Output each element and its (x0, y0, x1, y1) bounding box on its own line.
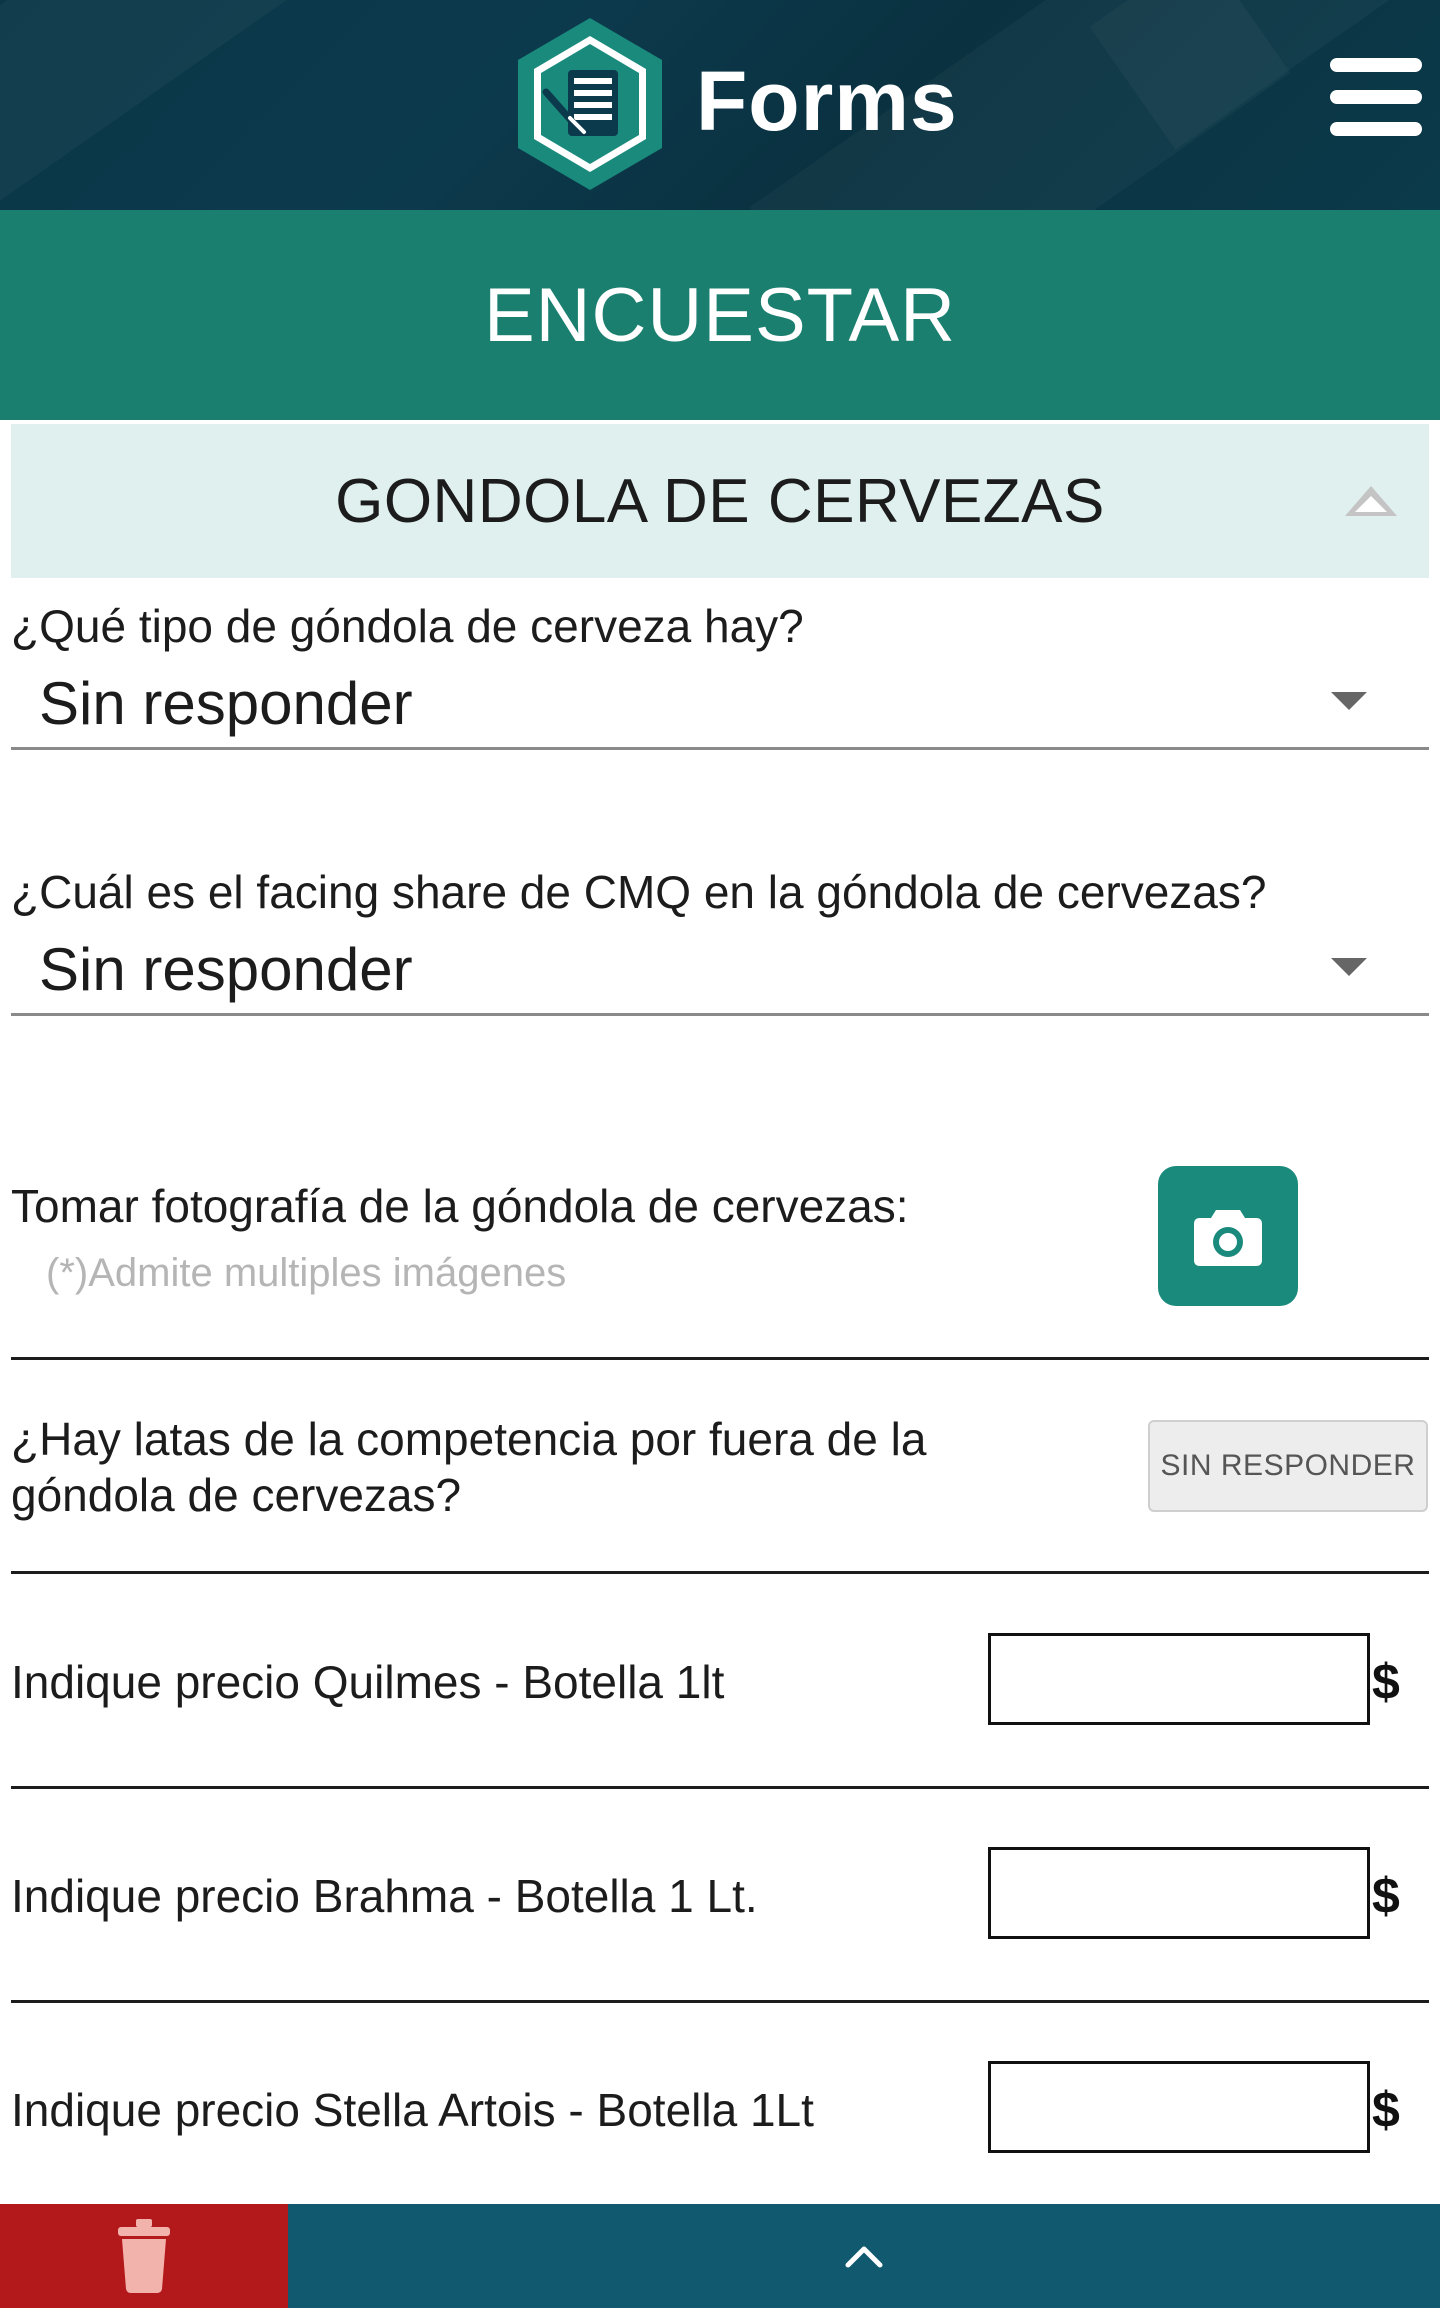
trash-icon (118, 2219, 170, 2293)
bottom-bar (0, 2204, 1440, 2308)
app-header: Forms (0, 0, 1440, 210)
question-gondola-type-label: ¿Qué tipo de góndola de cerveza hay? (11, 600, 804, 652)
page-banner: ENCUESTAR (0, 210, 1440, 420)
menu-line (1330, 90, 1422, 104)
question-competitor-cans-label: ¿Hay latas de la competencia por fuera d… (11, 1411, 926, 1523)
app-name: Forms (696, 54, 958, 148)
divider (11, 1786, 1429, 1789)
chevron-up-icon[interactable] (1343, 482, 1399, 522)
facing-share-select[interactable]: Sin responder (11, 930, 1429, 1016)
select-value: Sin responder (39, 936, 413, 1003)
gondola-type-select[interactable]: Sin responder (11, 664, 1429, 750)
currency-symbol: $ (1372, 2082, 1400, 2138)
hamburger-menu-icon[interactable] (1330, 58, 1422, 148)
price-quilmes-label: Indique precio Quilmes - Botella 1lt (11, 1656, 725, 1708)
delete-button[interactable] (0, 2204, 288, 2308)
camera-icon (1194, 1210, 1262, 1266)
app-logo (510, 14, 670, 194)
competitor-cans-answer-button[interactable]: SIN RESPONDER (1148, 1420, 1428, 1512)
divider (11, 1357, 1429, 1360)
section-header[interactable]: GONDOLA DE CERVEZAS (11, 424, 1429, 578)
price-stella-input[interactable] (988, 2061, 1370, 2153)
menu-line (1330, 58, 1422, 72)
scroll-to-top-button[interactable] (288, 2204, 1440, 2308)
photo-hint: (*)Admite multiples imágenes (46, 1251, 567, 1295)
section-title: GONDOLA DE CERVEZAS (335, 466, 1105, 536)
caret-down-icon (1331, 692, 1367, 710)
label-line: ¿Hay latas de la competencia por fuera d… (11, 1413, 927, 1465)
price-quilmes-input[interactable] (988, 1633, 1370, 1725)
divider (11, 1571, 1429, 1574)
price-brahma-input[interactable] (988, 1847, 1370, 1939)
page-title: ENCUESTAR (483, 272, 957, 358)
currency-symbol: $ (1372, 1868, 1400, 1924)
form-document-icon (518, 18, 662, 190)
select-value: Sin responder (39, 670, 413, 737)
price-brahma-label: Indique precio Brahma - Botella 1 Lt. (11, 1870, 758, 1922)
price-stella-label: Indique precio Stella Artois - Botella 1… (11, 2084, 814, 2136)
label-line: góndola de cervezas? (11, 1469, 462, 1521)
caret-down-icon (1331, 958, 1367, 976)
divider (11, 2000, 1429, 2003)
chevron-up-icon (845, 2246, 883, 2268)
question-photo-label: Tomar fotografía de la góndola de cervez… (11, 1180, 909, 1232)
take-photo-button[interactable] (1158, 1166, 1298, 1306)
menu-line (1330, 122, 1422, 136)
question-facing-share-label: ¿Cuál es el facing share de CMQ en la gó… (11, 866, 1267, 918)
currency-symbol: $ (1372, 1654, 1400, 1710)
header-decoration (0, 0, 308, 210)
